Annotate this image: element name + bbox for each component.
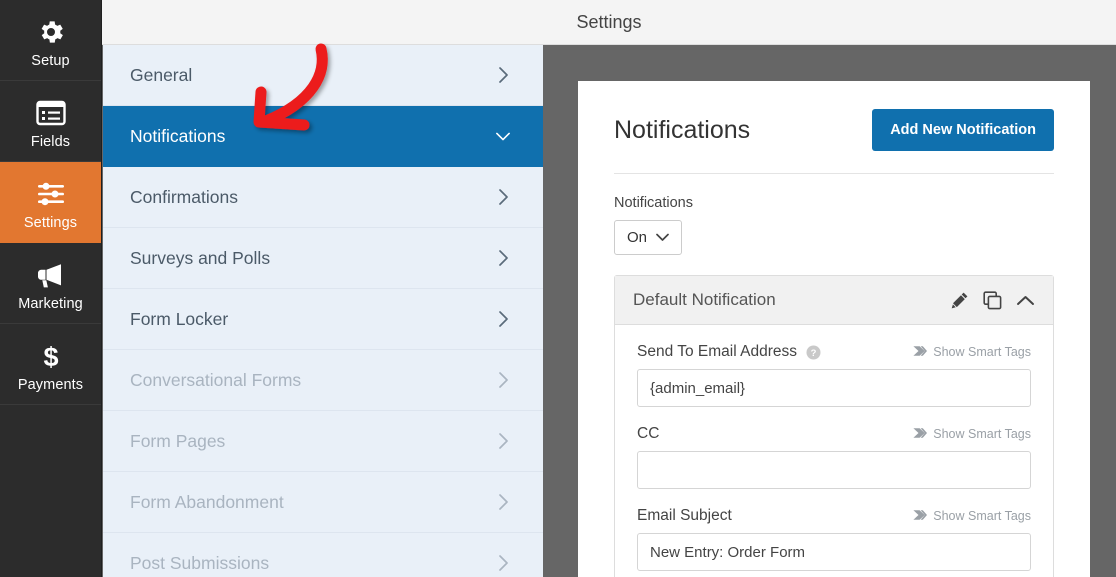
show-smart-tags-link[interactable]: Show Smart Tags — [913, 509, 1031, 524]
chevron-up-icon[interactable] — [1016, 294, 1035, 307]
notifications-toggle-value: On — [627, 229, 648, 246]
sidebar-item-marketing[interactable]: Marketing — [0, 243, 101, 324]
sidebar-item-fields[interactable]: Fields — [0, 81, 101, 162]
dollar-icon: $ — [38, 340, 64, 372]
send-to-email-address-input[interactable] — [637, 369, 1031, 407]
nav-item-confirmations[interactable]: Confirmations — [103, 167, 543, 228]
settings-nav-panel: General Notifications Confirmations Surv… — [103, 45, 543, 577]
help-icon[interactable]: ? — [806, 345, 821, 360]
chevron-right-icon — [496, 311, 510, 327]
field-send-to-email-address: Send To Email Address ? Show Smart Tags … — [637, 343, 1031, 407]
chevron-down-icon — [496, 129, 510, 143]
field-cc: CC Show Smart Tags — [637, 425, 1031, 489]
show-smart-tags-label: Show Smart Tags — [933, 509, 1031, 523]
sidebar-item-label: Marketing — [18, 295, 83, 312]
tag-icon — [913, 345, 928, 360]
show-smart-tags-link[interactable]: Show Smart Tags — [913, 427, 1031, 442]
field-email-subject: Email Subject Show Smart Tags — [637, 507, 1031, 571]
settings-screen: Setup Fields Settings Marketing $ Paymen… — [0, 0, 1116, 577]
sliders-icon — [36, 178, 66, 210]
chevron-right-icon — [496, 250, 510, 266]
field-label: CC — [637, 425, 660, 442]
pencil-icon[interactable] — [950, 291, 969, 310]
show-smart-tags-link[interactable]: Show Smart Tags — [913, 345, 1031, 360]
default-notification-box: Default Notification Send To Email Addre… — [614, 275, 1054, 577]
nav-item-notifications[interactable]: Notifications — [103, 106, 543, 167]
nav-item-label: Surveys and Polls — [130, 247, 271, 268]
tag-icon — [913, 427, 928, 442]
notifications-card: Notifications Add New Notification Notif… — [578, 81, 1090, 577]
cc-input[interactable] — [637, 451, 1031, 489]
nav-item-label: Post Submissions — [130, 552, 270, 573]
sidebar-item-label: Settings — [23, 214, 78, 231]
card-header: Notifications Add New Notification — [614, 109, 1054, 174]
nav-item-general[interactable]: General — [103, 45, 543, 106]
email-subject-input[interactable] — [637, 533, 1031, 571]
page-title: Settings — [576, 11, 642, 32]
field-label: Email Subject — [637, 507, 732, 524]
nav-item-surveys-and-polls[interactable]: Surveys and Polls — [103, 228, 543, 289]
chevron-right-icon — [496, 67, 510, 83]
chevron-down-icon — [656, 229, 669, 246]
nav-item-form-abandonment[interactable]: Form Abandonment — [103, 472, 543, 533]
chevron-right-icon — [496, 372, 510, 388]
nav-item-form-pages[interactable]: Form Pages — [103, 411, 543, 472]
nav-item-form-locker[interactable]: Form Locker — [103, 289, 543, 350]
sidebar-item-label: Payments — [17, 376, 84, 393]
nav-item-label: General — [130, 64, 193, 85]
content-backdrop: Notifications Add New Notification Notif… — [543, 45, 1116, 577]
chevron-right-icon — [496, 189, 510, 205]
list-icon — [35, 97, 66, 129]
megaphone-icon — [35, 259, 67, 291]
default-notification-body: Send To Email Address ? Show Smart Tags … — [615, 325, 1053, 577]
show-smart-tags-label: Show Smart Tags — [933, 427, 1031, 441]
nav-item-label: Conversational Forms — [130, 369, 302, 390]
nav-item-label: Confirmations — [130, 186, 238, 207]
show-smart-tags-label: Show Smart Tags — [933, 345, 1031, 359]
primary-sidebar: Setup Fields Settings Marketing $ Paymen… — [0, 0, 102, 577]
nav-item-post-submissions[interactable]: Post Submissions — [103, 533, 543, 577]
svg-text:?: ? — [811, 348, 817, 359]
nav-item-conversational-forms[interactable]: Conversational Forms — [103, 350, 543, 411]
notifications-toggle-select[interactable]: On — [614, 220, 683, 255]
sidebar-item-setup[interactable]: Setup — [0, 0, 101, 81]
chevron-right-icon — [496, 555, 510, 571]
default-notification-header: Default Notification — [615, 276, 1053, 325]
copy-icon[interactable] — [983, 290, 1002, 310]
sidebar-item-settings[interactable]: Settings — [0, 162, 101, 243]
notifications-toggle-label: Notifications — [614, 195, 693, 211]
card-title: Notifications — [614, 115, 751, 144]
sidebar-item-label: Fields — [30, 133, 71, 150]
nav-item-label: Form Abandonment — [130, 491, 284, 512]
gear-icon — [36, 16, 66, 48]
default-notification-name: Default Notification — [633, 290, 776, 309]
top-title-bar: Settings — [102, 0, 1116, 45]
tag-icon — [913, 509, 928, 524]
nav-item-label: Form Pages — [130, 430, 226, 451]
sidebar-item-label: Setup — [31, 52, 70, 69]
chevron-right-icon — [496, 494, 510, 510]
chevron-right-icon — [496, 433, 510, 449]
field-label: Send To Email Address — [637, 343, 797, 360]
add-new-notification-button[interactable]: Add New Notification — [872, 109, 1054, 151]
nav-item-label: Notifications — [130, 125, 226, 146]
svg-text:$: $ — [43, 342, 58, 371]
sidebar-item-payments[interactable]: $ Payments — [0, 324, 101, 405]
nav-item-label: Form Locker — [130, 308, 229, 329]
